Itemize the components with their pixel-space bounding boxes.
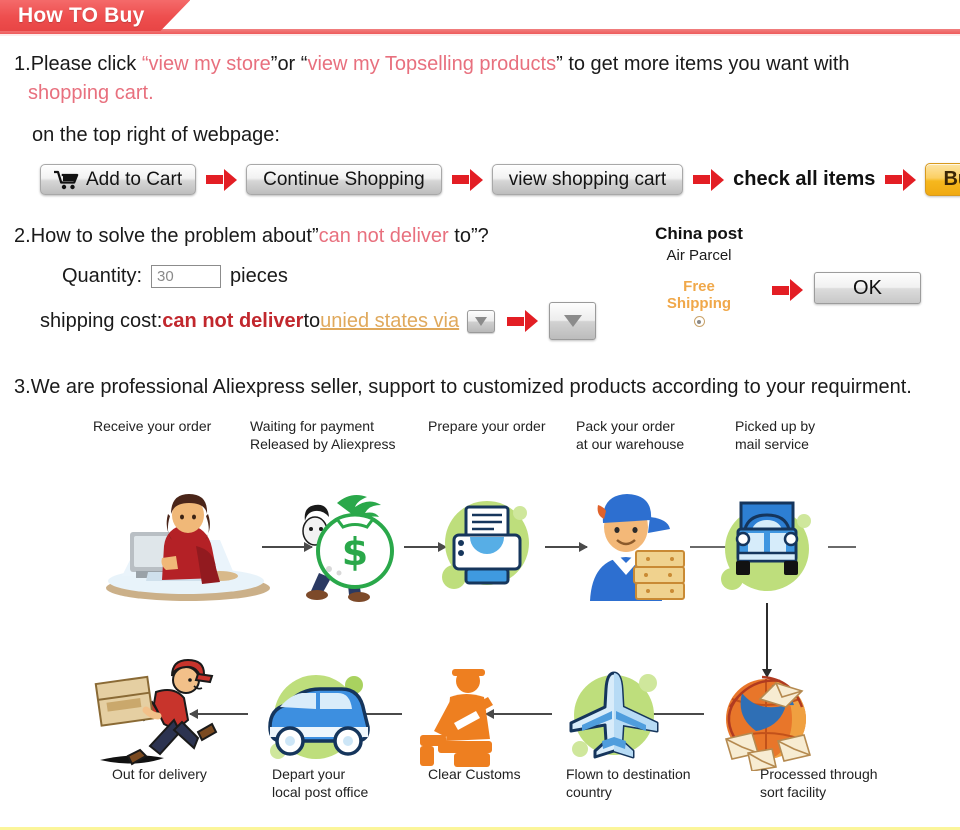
quantity-unit: pieces (230, 265, 288, 287)
globe-mail-icon (712, 663, 820, 772)
arrow-icon-1 (206, 168, 238, 191)
flow-label-out-for-delivery: Out for delivery (112, 766, 207, 782)
svg-text:$: $ (342, 530, 368, 574)
quantity-input[interactable] (151, 265, 222, 288)
shipping-cost-row: shipping cost: can not deliver to unied s… (40, 302, 960, 340)
link-view-my-topselling-products[interactable]: view my Topselling products (307, 53, 556, 75)
flow-label-depart-line1: Depart your (272, 766, 346, 782)
flow-label-pack-line1: Pack your order (576, 418, 675, 434)
chevron-down-large-icon (563, 315, 582, 327)
page-title: How TO Buy (0, 0, 190, 31)
add-to-cart-button[interactable]: Add to Cart (40, 164, 197, 195)
section-how-to-buy-step2: 2.How to solve the problem about”can not… (14, 222, 960, 352)
add-to-cart-label: Add to Cart (86, 168, 183, 190)
flow-label-picked-line1: Picked up by (735, 418, 816, 434)
free-shipping-label: Free Shipping (644, 278, 754, 312)
shipping-method-dropdown-button[interactable] (549, 302, 597, 340)
flow-label-flown-line2: country (566, 784, 612, 800)
continue-shopping-button[interactable]: Continue Shopping (246, 164, 442, 195)
shopping-cart-icon (54, 170, 79, 189)
flow-label-depart-line2: local post office (272, 784, 369, 800)
carrier-name: China post (655, 224, 743, 243)
section1-or: or (277, 53, 301, 75)
flow-label-processed-line2: sort facility (760, 784, 827, 800)
flow-label-receive-your-order: Receive your order (93, 418, 212, 434)
continue-shopping-label: Continue Shopping (263, 168, 425, 190)
customs-officer-icon (414, 663, 514, 768)
quote-open-1: “ (141, 53, 149, 75)
arrow-icon-5 (507, 310, 539, 332)
view-shopping-cart-label: view shopping cart (508, 168, 667, 190)
section3-number: 3. (14, 376, 31, 398)
quantity-label: Quantity: (62, 265, 143, 287)
flow-label-flown-line1: Flown to destination (566, 766, 691, 782)
flow-label-processed-sort-facility: Processed through sort facility (760, 765, 940, 801)
ok-button-label: OK (853, 276, 882, 299)
section-how-to-buy-step3: 3.We are professional Aliexpress seller,… (14, 376, 960, 399)
flow-label-clear-customs: Clear Customs (428, 766, 521, 782)
chevron-down-icon (475, 316, 488, 326)
section1-paragraph: 1.Please click “view my store”or “view m… (14, 50, 914, 108)
section2-quote-open: ” (311, 225, 319, 247)
order-flow-diagram: Receive your order Waiting for payment R… (0, 413, 960, 813)
money-bag-icon: $ (275, 473, 405, 608)
shipping-country-link[interactable]: unied states via (320, 310, 459, 333)
flow-label-pack-your-order: Pack your order at our warehouse (576, 417, 736, 453)
section2-heading-red: can not deliver (318, 225, 449, 247)
flow-label-flown-to-destination: Flown to destination country (566, 765, 746, 801)
flow-label-picked-line2: mail service (735, 436, 809, 452)
free-shipping-line1: Free (683, 278, 715, 295)
header-shadow (0, 34, 960, 36)
flow-label-processed-line1: Processed through (760, 766, 878, 782)
check-all-items-label: check all items (733, 168, 876, 190)
shipping-to: to (303, 309, 321, 332)
carrier-service: Air Parcel (666, 247, 732, 264)
shipping-label: shipping cost: (40, 309, 163, 332)
shipping-radio-button[interactable] (693, 316, 705, 327)
flow-label-waiting-line2: Released by Aliexpress (250, 436, 396, 452)
arrow-icon-4 (885, 168, 917, 191)
checkout-flow-buttons: Add to Cart Continue Shopping view shopp… (40, 163, 960, 196)
section1-lead: Please click (30, 53, 142, 75)
shipping-status: can not deliver (162, 309, 304, 332)
section2-heading-a: How to solve the problem about (30, 225, 312, 247)
buy-now-label: Buy now (943, 168, 960, 190)
section3-text: We are professional Aliexpress seller, s… (30, 376, 912, 398)
delivery-van-icon (256, 663, 376, 771)
flow-label-waiting-line1: Waiting for payment (250, 418, 374, 434)
section2-quote-close: ”? (470, 225, 489, 247)
buy-now-button[interactable]: Buy now (925, 163, 960, 196)
country-dropdown-button[interactable] (467, 309, 496, 333)
section2-heading-b: to (448, 225, 471, 247)
section1-line3: on the top right of webpage: (32, 124, 280, 146)
person-at-computer-icon (100, 488, 275, 603)
printer-icon (432, 491, 542, 601)
flow-dash-right (828, 546, 856, 548)
section2-heading: 2.How to solve the problem about”can not… (14, 222, 960, 251)
section2-number: 2. (14, 225, 31, 247)
running-courier-icon (90, 648, 240, 773)
ok-button[interactable]: OK (814, 272, 921, 304)
free-shipping-line2: Shipping (666, 295, 732, 312)
flow-label-waiting-for-payment: Waiting for payment Released by Aliexpre… (250, 417, 440, 453)
flow-label-depart-local-post-office: Depart your local post office (272, 765, 432, 801)
quote-close-2: ” (556, 53, 563, 75)
airplane-icon (560, 663, 668, 771)
truck-icon (712, 491, 822, 601)
section1-tail: to get more items you want with (562, 53, 850, 75)
flow-label-picked-up-by-mail: Picked up by mail service (735, 417, 885, 453)
arrow-icon-2 (451, 168, 483, 191)
link-view-my-store[interactable]: view my store (149, 53, 271, 75)
section1-number: 1. (14, 53, 31, 75)
arrow-icon-3 (693, 168, 725, 191)
flow-label-pack-line2: at our warehouse (576, 436, 685, 452)
flow-label-prepare-your-order: Prepare your order (428, 418, 546, 434)
view-shopping-cart-button[interactable]: view shopping cart (491, 164, 684, 195)
section-how-to-buy-step1: 1.Please click “view my store”or “view m… (14, 50, 960, 196)
arrow-icon-6 (772, 279, 803, 301)
warehouse-worker-icon (570, 475, 690, 605)
shipping-method-option[interactable]: China post Air Parcel Free Shipping (644, 224, 754, 327)
page-header: How TO Buy (0, 0, 960, 36)
section1-line2: shopping cart. (28, 82, 154, 104)
